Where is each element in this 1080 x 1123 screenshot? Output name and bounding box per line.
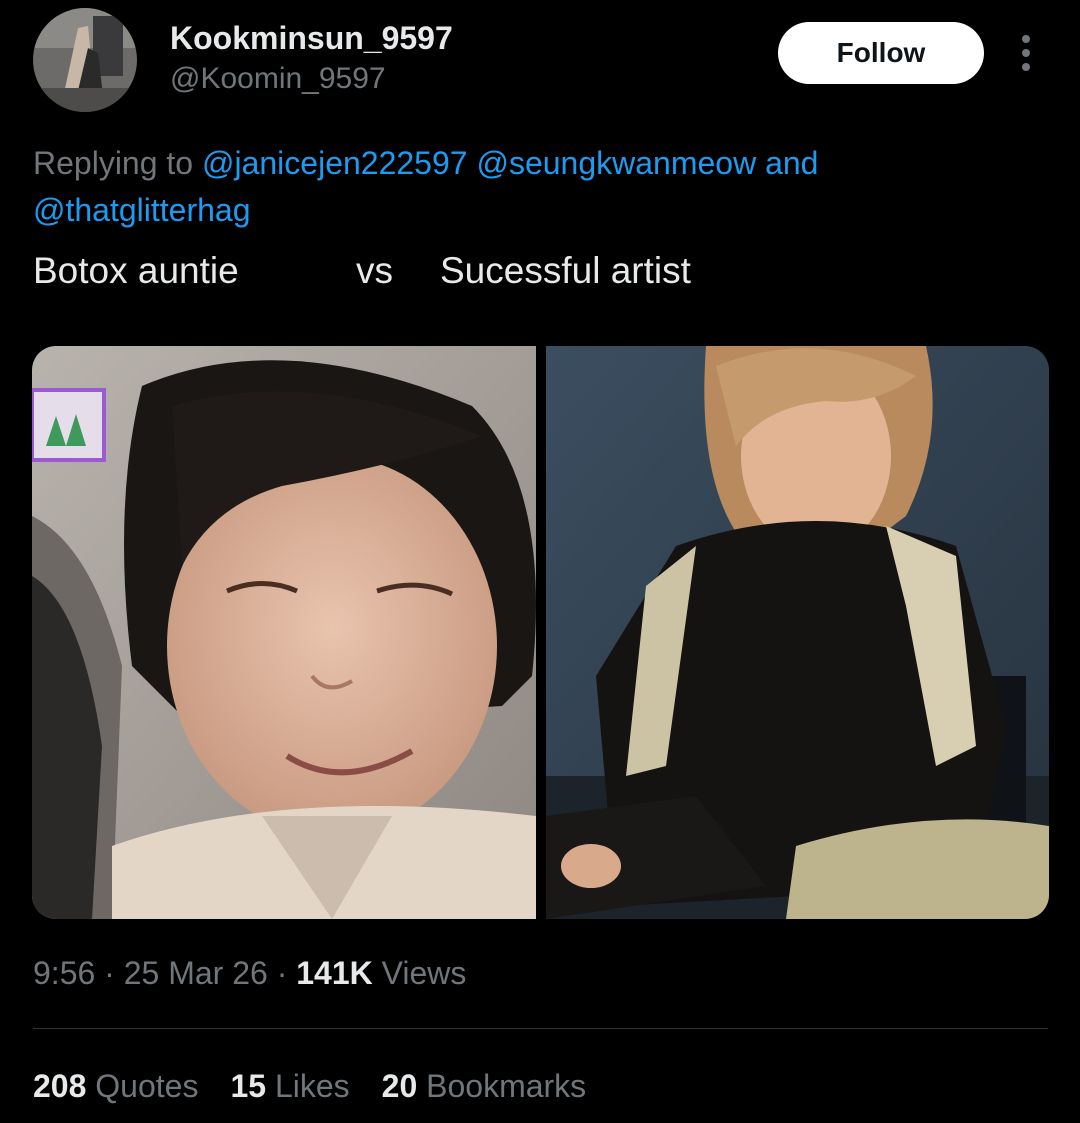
avatar-photo: [33, 8, 137, 112]
tweet-text-right: Sucessful artist: [440, 250, 691, 291]
tweet-meta: 9:56 · 25 Mar 26 · 141K Views: [33, 955, 466, 992]
tweet-time[interactable]: 9:56: [33, 955, 95, 991]
tweet-date[interactable]: 25 Mar 26: [124, 955, 268, 991]
likes-count: 15: [230, 1068, 267, 1104]
views-count: 141K: [296, 955, 373, 991]
meta-separator: ·: [104, 955, 115, 991]
engagement-stats: 208 Quotes 15 Likes 20 Bookmarks: [33, 1068, 586, 1105]
quotes-count: 208: [33, 1068, 87, 1104]
likes-stat[interactable]: 15 Likes: [230, 1068, 349, 1105]
bookmarks-label: Bookmarks: [426, 1068, 587, 1104]
mention-link[interactable]: @seungkwanmeow: [476, 145, 756, 181]
bookmarks-stat[interactable]: 20 Bookmarks: [382, 1068, 587, 1105]
tweet-text: Botox auntie vs Sucessful artist: [33, 250, 1033, 296]
views-label: Views: [381, 955, 467, 991]
author-display-name[interactable]: Kookminsun_9597: [170, 20, 453, 57]
quotes-label: Quotes: [95, 1068, 199, 1104]
mention-link[interactable]: @thatglitterhag: [33, 192, 251, 228]
media-photo-right[interactable]: [546, 346, 1049, 919]
quotes-stat[interactable]: 208 Quotes: [33, 1068, 198, 1105]
mention-link[interactable]: @janicejen222597: [202, 145, 468, 181]
replying-to-prefix: Replying to: [33, 145, 194, 181]
media-photo-left[interactable]: [32, 346, 536, 919]
bookmarks-count: 20: [381, 1068, 418, 1104]
follow-button[interactable]: Follow: [778, 22, 984, 84]
and-others-link[interactable]: and: [765, 145, 818, 181]
meta-separator: ·: [276, 955, 288, 991]
author-handle[interactable]: @Koomin_9597: [170, 62, 386, 96]
replying-to: Replying to @janicejen222597 @seungkwanm…: [33, 140, 1033, 234]
author-avatar[interactable]: [33, 8, 137, 112]
more-vertical-icon[interactable]: [1010, 33, 1042, 73]
likes-label: Likes: [274, 1068, 350, 1104]
divider: [33, 1028, 1048, 1029]
tweet-text-vs: vs: [356, 250, 393, 291]
tweet-text-left: Botox auntie: [33, 250, 239, 291]
